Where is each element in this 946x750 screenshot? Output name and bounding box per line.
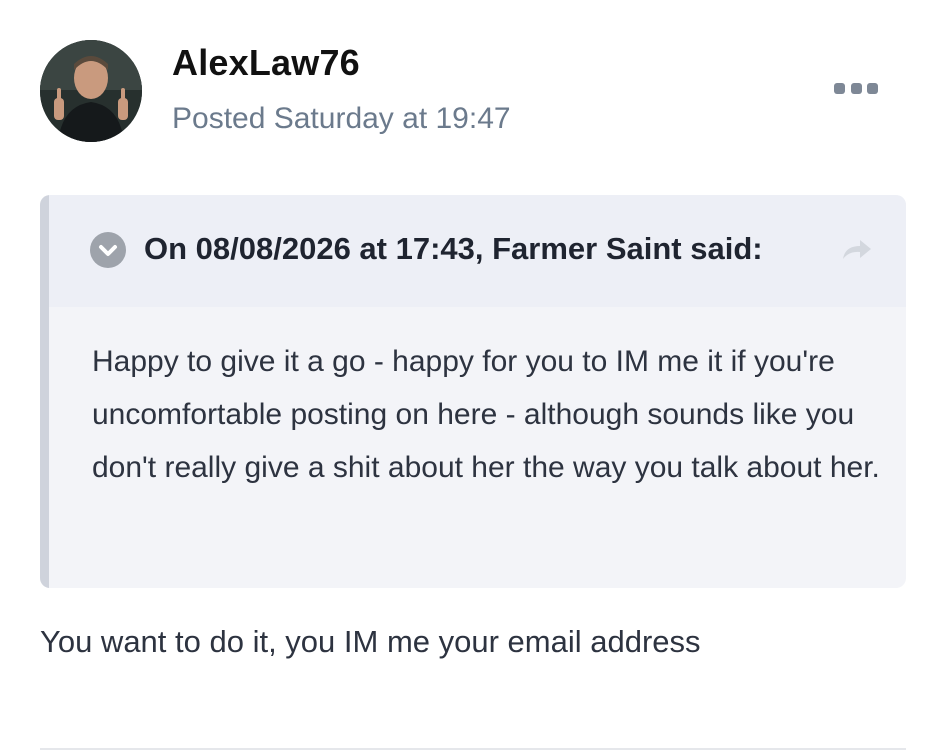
forum-post: AlexLaw76 Posted Saturday at 19:47 On 08…	[0, 0, 946, 750]
quote-paragraph: Happy to give it a go - happy for you to…	[92, 345, 880, 484]
more-options-icon	[867, 82, 878, 94]
quote-text: Happy to give it a go - happy for you to…	[92, 335, 892, 494]
quote-accent-bar	[40, 195, 49, 588]
more-options-icon	[850, 82, 862, 94]
quote-block: On 08/08/2026 at 17:43, Farmer Saint sai…	[40, 195, 906, 588]
post-header: AlexLaw76 Posted Saturday at 19:47	[40, 38, 906, 148]
quote-header: On 08/08/2026 at 17:43, Farmer Saint sai…	[49, 195, 906, 307]
author-name[interactable]: AlexLaw76	[172, 42, 360, 84]
avatar-photo-icon	[40, 40, 142, 142]
share-arrow-icon[interactable]	[840, 235, 874, 261]
more-options-button[interactable]	[834, 78, 878, 98]
quote-citation: On 08/08/2026 at 17:43, Farmer Saint sai…	[144, 231, 763, 266]
chevron-down-circle-icon[interactable]	[90, 232, 126, 268]
post-timestamp: Posted Saturday at 19:47	[172, 102, 511, 135]
avatar[interactable]	[40, 40, 142, 142]
more-options-icon	[834, 82, 845, 94]
post-body: You want to do it, you IM me your email …	[40, 624, 701, 659]
